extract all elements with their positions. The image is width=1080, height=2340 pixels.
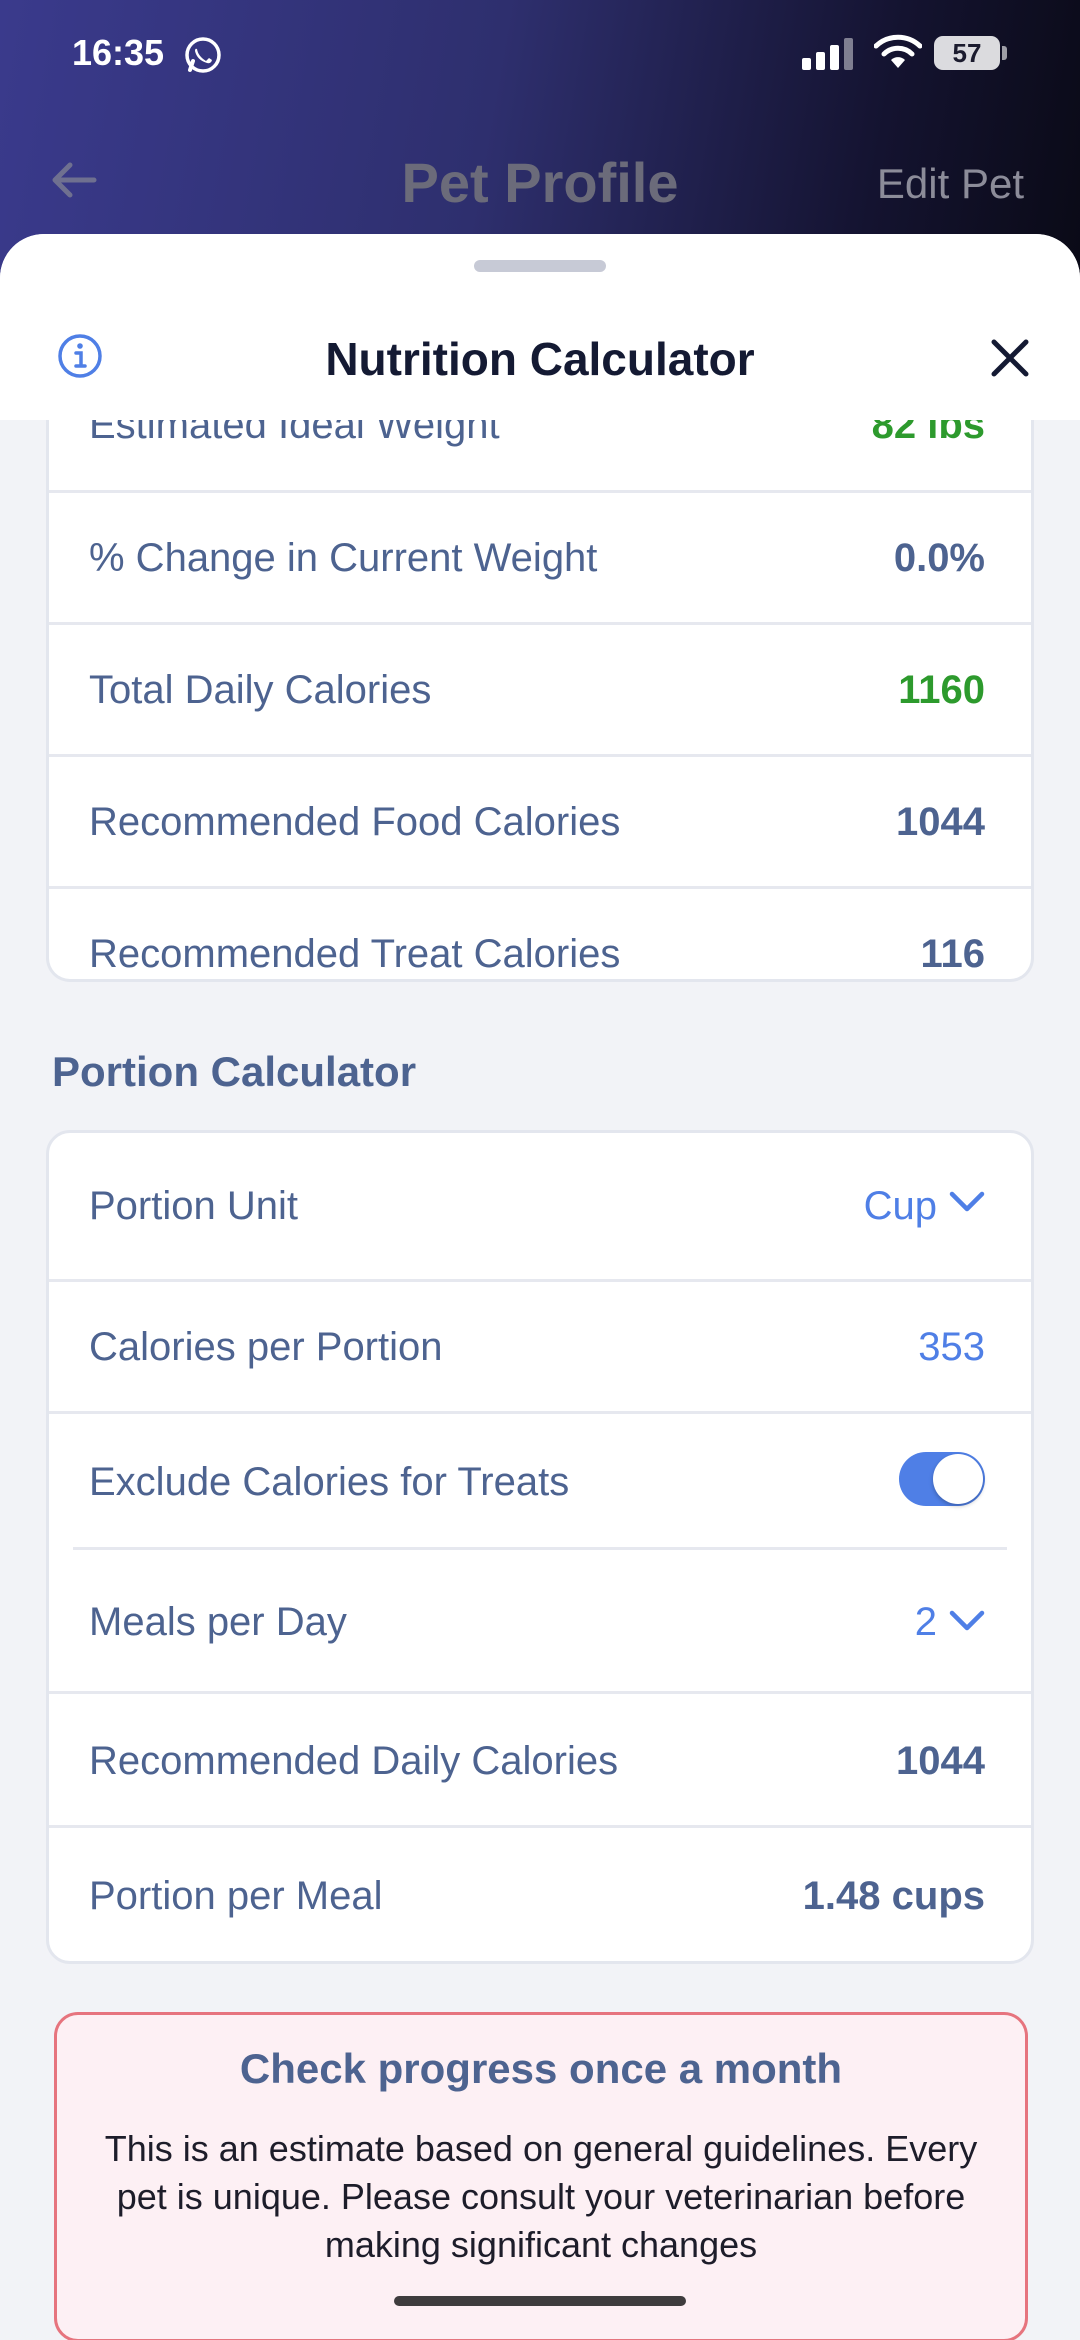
row-label: Recommended Treat Calories	[89, 932, 621, 976]
nutrition-summary-card: Estimated Ideal Weight 82 lbs % Change i…	[46, 360, 1034, 982]
portion-unit-row[interactable]: Portion Unit Cup	[49, 1133, 1031, 1279]
whatsapp-icon	[185, 37, 221, 73]
row-label: % Change in Current Weight	[89, 536, 598, 580]
row-label: Total Daily Calories	[89, 668, 432, 712]
signal-icon	[802, 38, 853, 70]
home-indicator[interactable]	[394, 2296, 686, 2306]
total-daily-calories-value: 1160	[898, 668, 985, 712]
status-time: 16:35	[72, 32, 165, 73]
close-icon[interactable]	[988, 336, 1032, 380]
chevron-down-icon[interactable]	[949, 1610, 985, 1632]
row-label: Calories per Portion	[89, 1325, 443, 1369]
total-daily-calories-row: Total Daily Calories 1160	[49, 622, 1031, 752]
nav-bar: Pet Profile Edit Pet	[0, 130, 1080, 230]
portion-calculator-card: Portion Unit Cup Calories per Portion 35…	[46, 1130, 1034, 1964]
row-label: Recommended Daily Calories	[89, 1739, 619, 1783]
battery-indicator: 57	[934, 36, 1000, 70]
edit-pet-button[interactable]: Edit Pet	[877, 160, 1024, 208]
row-label: Recommended Food Calories	[89, 800, 621, 844]
row-label: Portion per Meal	[89, 1874, 383, 1918]
sheet-header: Nutrition Calculator	[0, 234, 1080, 420]
sheet-title: Nutrition Calculator	[325, 333, 755, 385]
notice-title: Check progress once a month	[239, 2045, 843, 2092]
treat-calories-value: 116	[920, 932, 985, 976]
food-calories-row: Recommended Food Calories 1044	[49, 754, 1031, 884]
portion-per-meal-value: 1.48 cups	[802, 1874, 985, 1918]
sheet-grabber[interactable]	[474, 260, 606, 272]
battery-cap	[1002, 46, 1007, 60]
nutrition-calculator-sheet: Nutrition Calculator Estimated Ideal Wei…	[0, 234, 1080, 2340]
portion-calculator-heading: Portion Calculator	[52, 1048, 417, 1095]
row-label: Portion Unit	[89, 1184, 298, 1228]
calories-per-portion-input[interactable]: 353	[918, 1282, 985, 1412]
wifi-icon	[874, 34, 922, 68]
toggle-knob	[933, 1454, 983, 1504]
row-label: Exclude Calories for Treats	[89, 1460, 570, 1504]
notice-body: This is an estimate based on general gui…	[104, 2128, 978, 2265]
recommended-daily-calories-row: Recommended Daily Calories 1044	[49, 1691, 1031, 1825]
treat-calories-row: Recommended Treat Calories 116	[49, 886, 1031, 979]
portion-per-meal-row: Portion per Meal 1.48 cups	[49, 1825, 1031, 1961]
calories-per-portion-row[interactable]: Calories per Portion 353	[49, 1279, 1031, 1409]
status-bar: 16:35 57	[0, 0, 1080, 110]
portion-unit-value[interactable]: Cup	[864, 1133, 937, 1279]
recommended-daily-calories-value: 1044	[896, 1739, 985, 1783]
meals-per-day-value[interactable]: 2	[915, 1550, 937, 1694]
chevron-down-icon[interactable]	[949, 1191, 985, 1213]
food-calories-value: 1044	[896, 800, 985, 844]
row-label: Meals per Day	[89, 1600, 347, 1644]
weight-change-value: 0.0%	[893, 536, 985, 580]
exclude-treats-toggle[interactable]	[899, 1452, 985, 1506]
progress-notice: Check progress once a month This is an e…	[54, 2012, 1028, 2340]
exclude-treats-row: Exclude Calories for Treats	[49, 1411, 1031, 1547]
weight-change-row: % Change in Current Weight 0.0%	[49, 490, 1031, 620]
meals-per-day-row[interactable]: Meals per Day 2	[73, 1547, 1007, 1691]
